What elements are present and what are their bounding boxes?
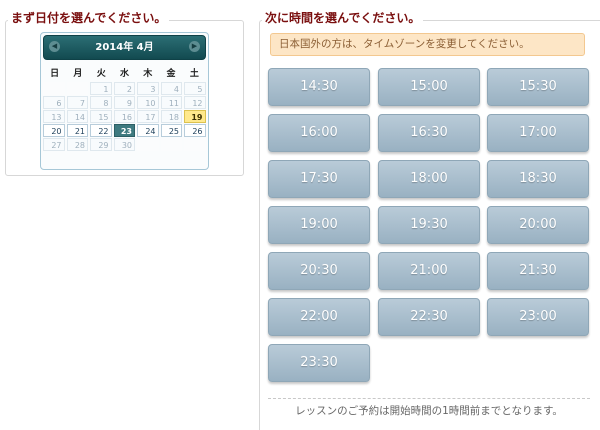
time-slot-button[interactable]: 18:30 [487,160,589,198]
calendar-day-grid: 1 2 3 4 5 6 7 8 9 10 11 12 13 14 15 16 17 18 19 20 21 22 23 24 2… [43,82,206,151]
time-slot-button[interactable]: 21:00 [378,252,480,290]
weekday-label: 水 [119,69,129,79]
calendar-day: 16 [113,110,135,123]
time-slot-button[interactable]: 21:30 [487,252,589,290]
timezone-notice: 日本国外の方は、タイムゾーンを変更してください。 [270,33,585,56]
weekday-label: 土 [189,69,199,79]
footer-divider [268,398,590,399]
calendar-day[interactable]: 25 [160,124,182,137]
calendar-day-today[interactable]: 19 [184,110,206,123]
calendar-day[interactable]: 22 [90,124,112,137]
calendar-day-selected[interactable]: 23 [113,124,135,137]
calendar-day[interactable]: 24 [137,124,159,137]
calendar-day: 17 [137,110,159,123]
calendar-empty-cell [66,82,88,95]
calendar-day: 1 [90,82,112,95]
calendar-day: 27 [43,138,65,151]
calendar-day: 18 [160,110,182,123]
calendar-day[interactable]: 21 [66,124,88,137]
calendar-day: 5 [184,82,206,95]
time-slot-button[interactable]: 23:30 [268,344,370,382]
calendar-day: 28 [66,138,88,151]
time-slot-button[interactable]: 17:00 [487,114,589,152]
date-panel-title: まず日付を選んでください。 [8,11,170,25]
calendar-weekday-row: 日月火水木金土 [43,66,206,82]
next-month-icon[interactable]: ▶ [189,41,200,52]
time-slot-button[interactable]: 15:00 [378,68,480,106]
calendar-empty-cell [160,138,182,151]
calendar-day: 7 [66,96,88,109]
calendar-day[interactable]: 26 [184,124,206,137]
calendar-day: 13 [43,110,65,123]
calendar: ◀ 2014年 4月 ▶ 日月火水木金土 1 2 3 4 5 6 7 8 9 10 11 12 13 14… [40,32,209,170]
weekday-label: 木 [143,69,153,79]
calendar-day: 29 [90,138,112,151]
time-slot-button[interactable]: 22:00 [268,298,370,336]
time-slot-button[interactable]: 19:30 [378,206,480,244]
calendar-empty-cell [137,138,159,151]
calendar-day: 9 [113,96,135,109]
weekday-label: 金 [166,69,176,79]
calendar-day: 15 [90,110,112,123]
calendar-month-title: 2014年 4月 [95,42,154,53]
time-slot-button[interactable]: 14:30 [268,68,370,106]
time-slot-button[interactable]: 19:00 [268,206,370,244]
calendar-day: 8 [90,96,112,109]
calendar-day[interactable]: 20 [43,124,65,137]
calendar-day: 12 [184,96,206,109]
time-slot-button[interactable]: 16:30 [378,114,480,152]
time-slot-button[interactable]: 17:30 [268,160,370,198]
calendar-day: 14 [66,110,88,123]
time-slot-button[interactable]: 22:30 [378,298,480,336]
calendar-day: 30 [113,138,135,151]
booking-deadline-note: レッスンのご予約は開始時間の1時間前までとなります。 [295,405,563,417]
time-slot-button[interactable]: 15:30 [487,68,589,106]
calendar-day: 4 [160,82,182,95]
calendar-day: 6 [43,96,65,109]
calendar-day: 11 [160,96,182,109]
time-slot-button[interactable]: 20:00 [487,206,589,244]
time-slot-button[interactable]: 20:30 [268,252,370,290]
weekday-label: 火 [96,69,106,79]
calendar-header: ◀ 2014年 4月 ▶ [43,35,206,60]
weekday-label: 日 [50,69,60,79]
calendar-empty-cell [43,82,65,95]
time-slot-button[interactable]: 18:00 [378,160,480,198]
time-slot-button[interactable]: 23:00 [487,298,589,336]
calendar-day: 10 [137,96,159,109]
time-panel-title: 次に時間を選んでください。 [262,11,424,25]
time-slot-button[interactable]: 16:00 [268,114,370,152]
weekday-label: 月 [73,69,83,79]
calendar-empty-cell [184,138,206,151]
calendar-day: 2 [113,82,135,95]
calendar-day: 3 [137,82,159,95]
